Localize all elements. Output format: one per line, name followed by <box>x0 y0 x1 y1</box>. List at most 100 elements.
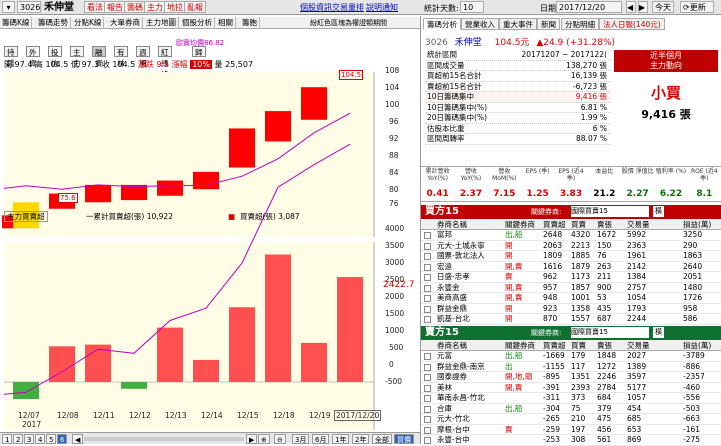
row-checkbox[interactable] <box>424 274 431 281</box>
candle[interactable] <box>85 184 111 203</box>
candle[interactable] <box>157 180 183 196</box>
table-row[interactable]: 元大-土城永寧 開 2063 2213 150 2363 290 <box>421 241 721 251</box>
zoom-in-icon[interactable]: ⊕ <box>258 434 270 444</box>
row-checkbox[interactable] <box>424 426 431 434</box>
row-checkbox[interactable] <box>424 395 431 402</box>
toolbar-btn-4[interactable]: 地拉 <box>164 1 186 13</box>
bar[interactable] <box>157 327 183 382</box>
sell-btn[interactable]: 橫 <box>653 327 664 338</box>
header-cell[interactable]: 交易量 <box>627 340 650 351</box>
toolbar-btn-5[interactable]: 亂報 <box>184 1 206 13</box>
rtab-5[interactable]: 法人日報(140元) <box>599 18 665 30</box>
row-checkbox[interactable] <box>424 253 431 260</box>
bar[interactable] <box>301 342 327 382</box>
toolbar-btn-2[interactable]: 籌碼 <box>124 1 146 13</box>
page-4[interactable]: 4 <box>35 434 46 444</box>
table-row[interactable]: 永豐金 開,賣 957 1857 900 2757 1480 <box>421 283 721 293</box>
link-volume-rank[interactable]: 交易量排 <box>332 2 364 13</box>
header-cell[interactable]: 買賣 <box>571 340 586 351</box>
row-checkbox[interactable] <box>424 295 431 302</box>
tab-1[interactable]: 籌碼走勢 <box>36 17 71 29</box>
table-row[interactable]: 國泰證券 開,地,頭 -895 1351 2246 3597 -2357 <box>421 372 721 383</box>
table-row[interactable]: 日盛-忠孝 賣 962 1173 211 1384 2051 <box>421 272 721 283</box>
row-checkbox[interactable] <box>424 437 431 444</box>
page-6[interactable]: 6 <box>57 434 68 444</box>
row-checkbox[interactable] <box>424 263 431 271</box>
table-row[interactable]: 群益金鼎 開 923 1358 435 1793 958 <box>421 304 721 314</box>
bar[interactable] <box>229 307 255 382</box>
link-notice[interactable]: 說明通知 <box>366 2 398 13</box>
toolbar-btn-3[interactable]: 主力 <box>144 1 166 13</box>
header-cell[interactable]: 買賣 <box>571 219 586 230</box>
date-field[interactable]: 2017/12/20 <box>556 1 622 13</box>
dropdown-arrow-icon[interactable]: ▾ <box>2 1 15 13</box>
toolbar-btn-0[interactable]: 看法 <box>84 1 106 13</box>
table-row[interactable]: 合庫 出,船 -304 75 379 454 -503 <box>421 404 721 414</box>
row-checkbox[interactable] <box>424 363 431 371</box>
candle[interactable] <box>265 111 291 142</box>
row-checkbox[interactable] <box>424 374 431 381</box>
page-3[interactable]: 3 <box>24 434 35 444</box>
page-5[interactable]: 5 <box>46 434 57 444</box>
header-cell[interactable]: 關鍵券商 <box>505 340 535 351</box>
candle[interactable] <box>301 87 327 120</box>
tab-0[interactable]: 籌碼K線 <box>0 17 33 29</box>
rtab-3[interactable]: 新聞 <box>537 18 560 30</box>
row-checkbox[interactable] <box>424 305 431 313</box>
candle[interactable] <box>121 184 147 201</box>
range-all[interactable]: 全部 <box>372 434 392 444</box>
page-1[interactable]: 1 <box>2 434 13 444</box>
range-1y[interactable]: 1年 <box>332 434 350 444</box>
range-buy[interactable]: 買價 <box>394 434 414 444</box>
stock-code-field[interactable]: 3026 <box>17 1 41 13</box>
header-cell[interactable]: 損益(萬) <box>683 219 711 230</box>
tab-2[interactable]: 分點K線 <box>72 17 105 29</box>
header-cell[interactable]: 買賣超 <box>543 340 566 351</box>
table-row[interactable]: 群益金鼎-南京 出 -1155 117 1272 1389 -886 <box>421 362 721 372</box>
tab-6[interactable]: 相關 <box>216 17 236 29</box>
candle[interactable] <box>193 171 219 190</box>
next-day-icon[interactable]: ▶ <box>638 1 648 13</box>
prev-day-icon[interactable]: ◀ <box>626 1 636 13</box>
rtab-1[interactable]: 營業收入 <box>461 18 499 30</box>
scrollbar-track[interactable] <box>84 437 244 441</box>
row-checkbox[interactable] <box>424 232 431 239</box>
rtab-2[interactable]: 重大事件 <box>499 18 537 30</box>
rtab-0[interactable]: 籌碼分析 <box>423 18 461 30</box>
tab-4[interactable]: 主力地圖 <box>144 17 179 29</box>
refresh-button[interactable]: ⟳更新 <box>680 1 714 13</box>
tab-7[interactable]: 籌胞 <box>240 17 260 29</box>
zoom-out-icon[interactable]: ⊖ <box>274 434 286 444</box>
header-cell[interactable]: 賣張 <box>597 340 612 351</box>
row-checkbox[interactable] <box>424 384 431 392</box>
table-row[interactable]: 凱基-台北 開 870 1557 687 2244 586 <box>421 314 721 325</box>
bar[interactable] <box>121 382 147 389</box>
days-select[interactable]: 10 <box>460 1 484 13</box>
candle[interactable] <box>229 128 255 168</box>
header-cell[interactable]: 交易量 <box>627 219 650 230</box>
scroll-right-icon[interactable]: ▶ <box>246 434 258 444</box>
table-row[interactable]: 美商高盛 開,賣 948 1001 53 1054 1726 <box>421 293 721 304</box>
header-cell[interactable]: 關鍵券商 <box>505 219 535 230</box>
sell-select[interactable]: 國際買賣15 <box>571 327 649 338</box>
today-button[interactable]: 今天 <box>652 1 674 13</box>
row-checkbox[interactable] <box>424 416 431 423</box>
table-row[interactable]: 元富 出,船 -1669 179 1848 2027 -3789 <box>421 351 721 362</box>
toolbar-btn-1[interactable]: 報告 <box>104 1 126 13</box>
row-checkbox[interactable] <box>424 242 431 250</box>
link-stock-info[interactable]: 個股資訊 <box>300 2 332 13</box>
bar[interactable] <box>13 382 39 399</box>
row-checkbox[interactable] <box>424 316 431 323</box>
rtab-4[interactable]: 分點明細 <box>561 18 599 30</box>
row-checkbox[interactable] <box>424 353 431 360</box>
page-2[interactable]: 2 <box>13 434 24 444</box>
scroll-left-icon[interactable]: ◀ <box>72 434 84 444</box>
table-row[interactable]: 摩根-台中 賣 -259 197 456 653 -161 <box>421 425 721 435</box>
buy-btn[interactable]: 橫 <box>653 206 664 217</box>
row-checkbox[interactable] <box>424 405 431 413</box>
table-row[interactable]: 國票-敦北法人 開 1809 1885 76 1961 1863 <box>421 251 721 262</box>
table-row[interactable]: 富邦 出,船 2648 4320 1672 5992 3250 <box>421 230 721 241</box>
range-3m[interactable]: 3月 <box>292 434 310 444</box>
tab-3[interactable]: 大單券商 <box>108 17 143 29</box>
header-cell[interactable]: 賣張 <box>597 219 612 230</box>
